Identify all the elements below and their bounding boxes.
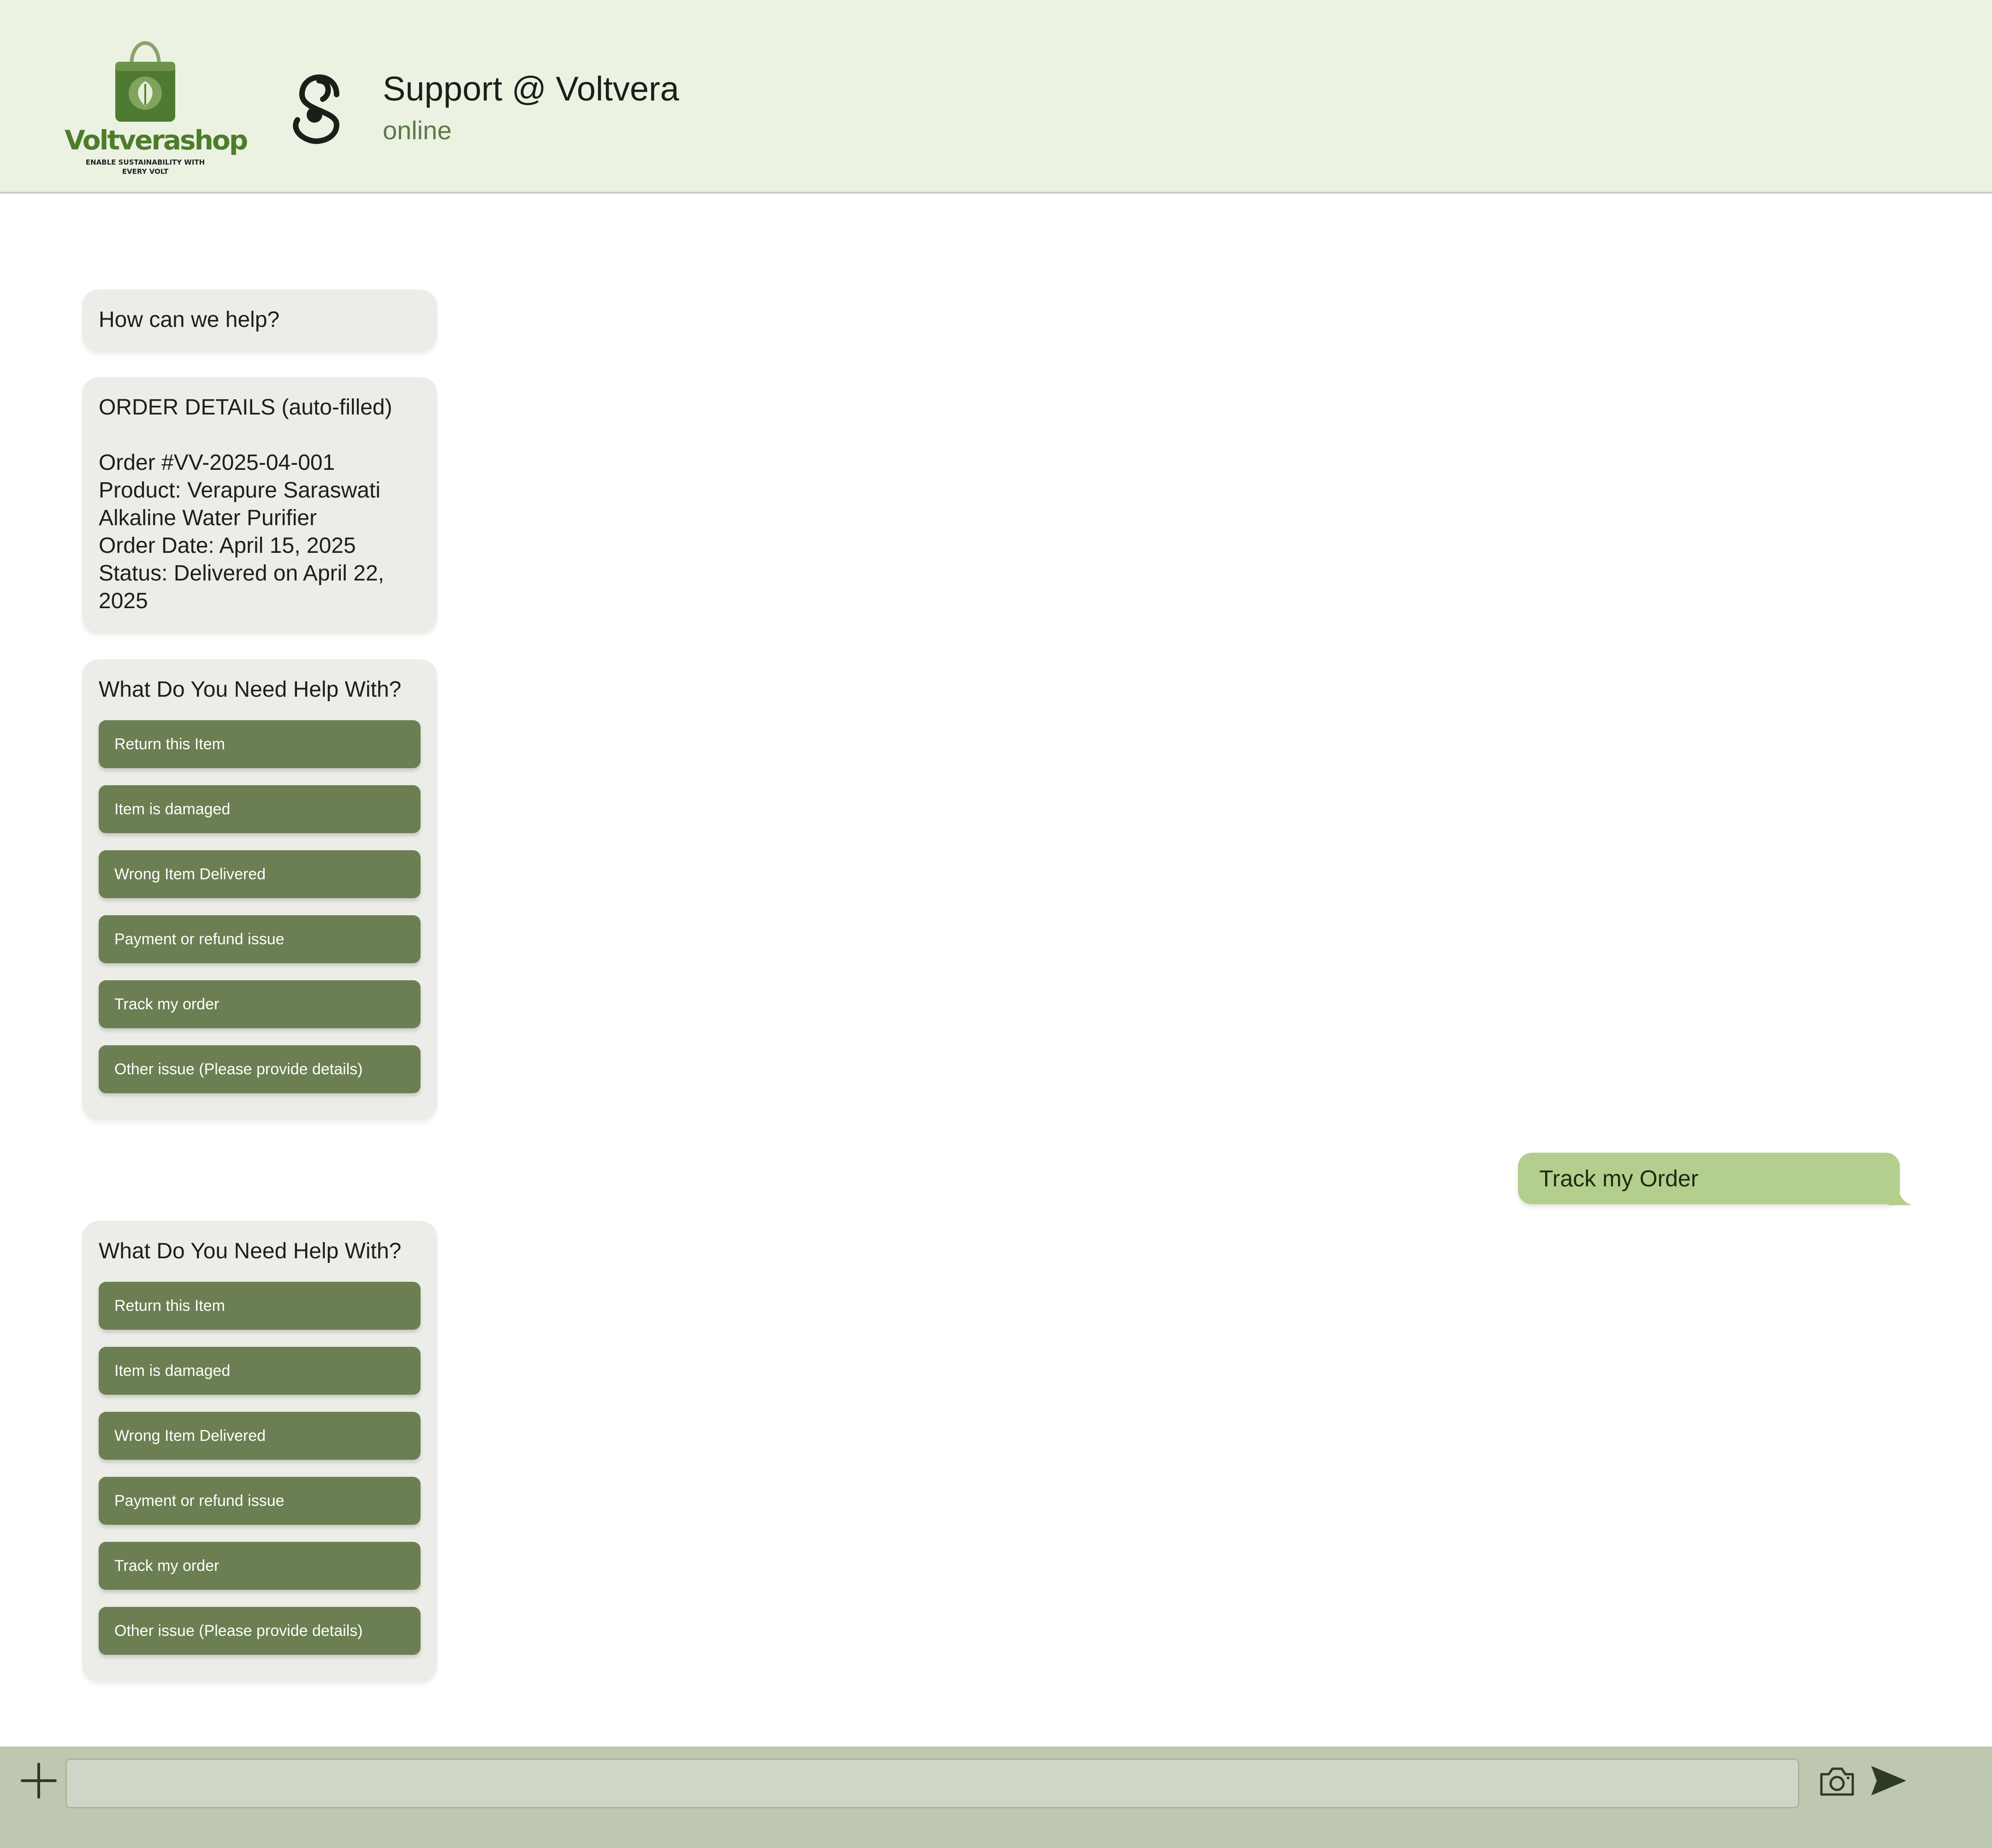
bot-message-help-menu: What Do You Need Help With? Return this … xyxy=(82,659,437,1120)
chat-header: Voltverashop ENABLE SUSTAINABILITY WITH … xyxy=(0,0,1992,194)
track-order-button[interactable]: Track my order xyxy=(99,980,421,1028)
order-details-line: Status: Delivered on April 22, xyxy=(99,561,385,586)
message-text: Track my Order xyxy=(1539,1166,1699,1191)
bubble-tail xyxy=(1889,1185,1912,1205)
wrong-item-button[interactable]: Wrong Item Delivered xyxy=(99,1412,421,1460)
brand-logo: Voltverashop ENABLE SUSTAINABILITY WITH … xyxy=(65,33,248,181)
message-composer xyxy=(0,1747,1992,1848)
bot-message-order-details: ORDER DETAILS (auto-filled) Order #VV-20… xyxy=(82,377,437,634)
support-agent-icon xyxy=(293,74,340,144)
order-details-line: Product: Verapure Saraswati xyxy=(99,478,380,503)
track-order-button[interactable]: Track my order xyxy=(99,1542,421,1590)
help-menu-title: What Do You Need Help With? xyxy=(99,1239,402,1263)
online-status: online xyxy=(383,116,452,145)
order-details-heading: ORDER DETAILS (auto-filled) xyxy=(99,395,392,420)
payment-refund-button[interactable]: Payment or refund issue xyxy=(99,1477,421,1525)
item-damaged-button[interactable]: Item is damaged xyxy=(99,1347,421,1395)
chat-title: Support @ Voltvera xyxy=(383,70,679,108)
payment-refund-button[interactable]: Payment or refund issue xyxy=(99,915,421,963)
other-issue-button[interactable]: Other issue (Please provide details) xyxy=(99,1607,421,1655)
order-details-line: Order #VV-2025-04-001 xyxy=(99,450,335,475)
bot-message-greeting: How can we help? xyxy=(82,290,437,352)
item-damaged-button[interactable]: Item is damaged xyxy=(99,785,421,833)
wrong-item-button[interactable]: Wrong Item Delivered xyxy=(99,850,421,898)
return-item-button[interactable]: Return this Item xyxy=(99,720,421,768)
user-message: Track my Order xyxy=(1518,1153,1900,1204)
other-issue-button[interactable]: Other issue (Please provide details) xyxy=(99,1045,421,1093)
order-details-line: 2025 xyxy=(99,589,148,613)
order-details-line: Alkaline Water Purifier xyxy=(99,506,317,530)
camera-icon[interactable] xyxy=(1819,1765,1856,1797)
shopping-bag-leaf-icon xyxy=(115,41,175,122)
send-icon[interactable] xyxy=(1870,1764,1907,1797)
return-item-button[interactable]: Return this Item xyxy=(99,1282,421,1330)
brand-tagline: ENABLE SUSTAINABILITY WITH EVERY VOLT xyxy=(85,158,205,176)
brand-wordmark: Voltverashop xyxy=(65,124,248,156)
message-text: How can we help? xyxy=(99,308,280,332)
plus-icon[interactable] xyxy=(20,1762,57,1799)
order-details-line: Order Date: April 15, 2025 xyxy=(99,533,356,558)
message-input[interactable] xyxy=(65,1759,1799,1808)
help-menu-title: What Do You Need Help With? xyxy=(99,677,402,702)
chat-app: Voltverashop ENABLE SUSTAINABILITY WITH … xyxy=(0,0,1992,1848)
bot-message-help-menu: What Do You Need Help With? Return this … xyxy=(82,1221,437,1682)
